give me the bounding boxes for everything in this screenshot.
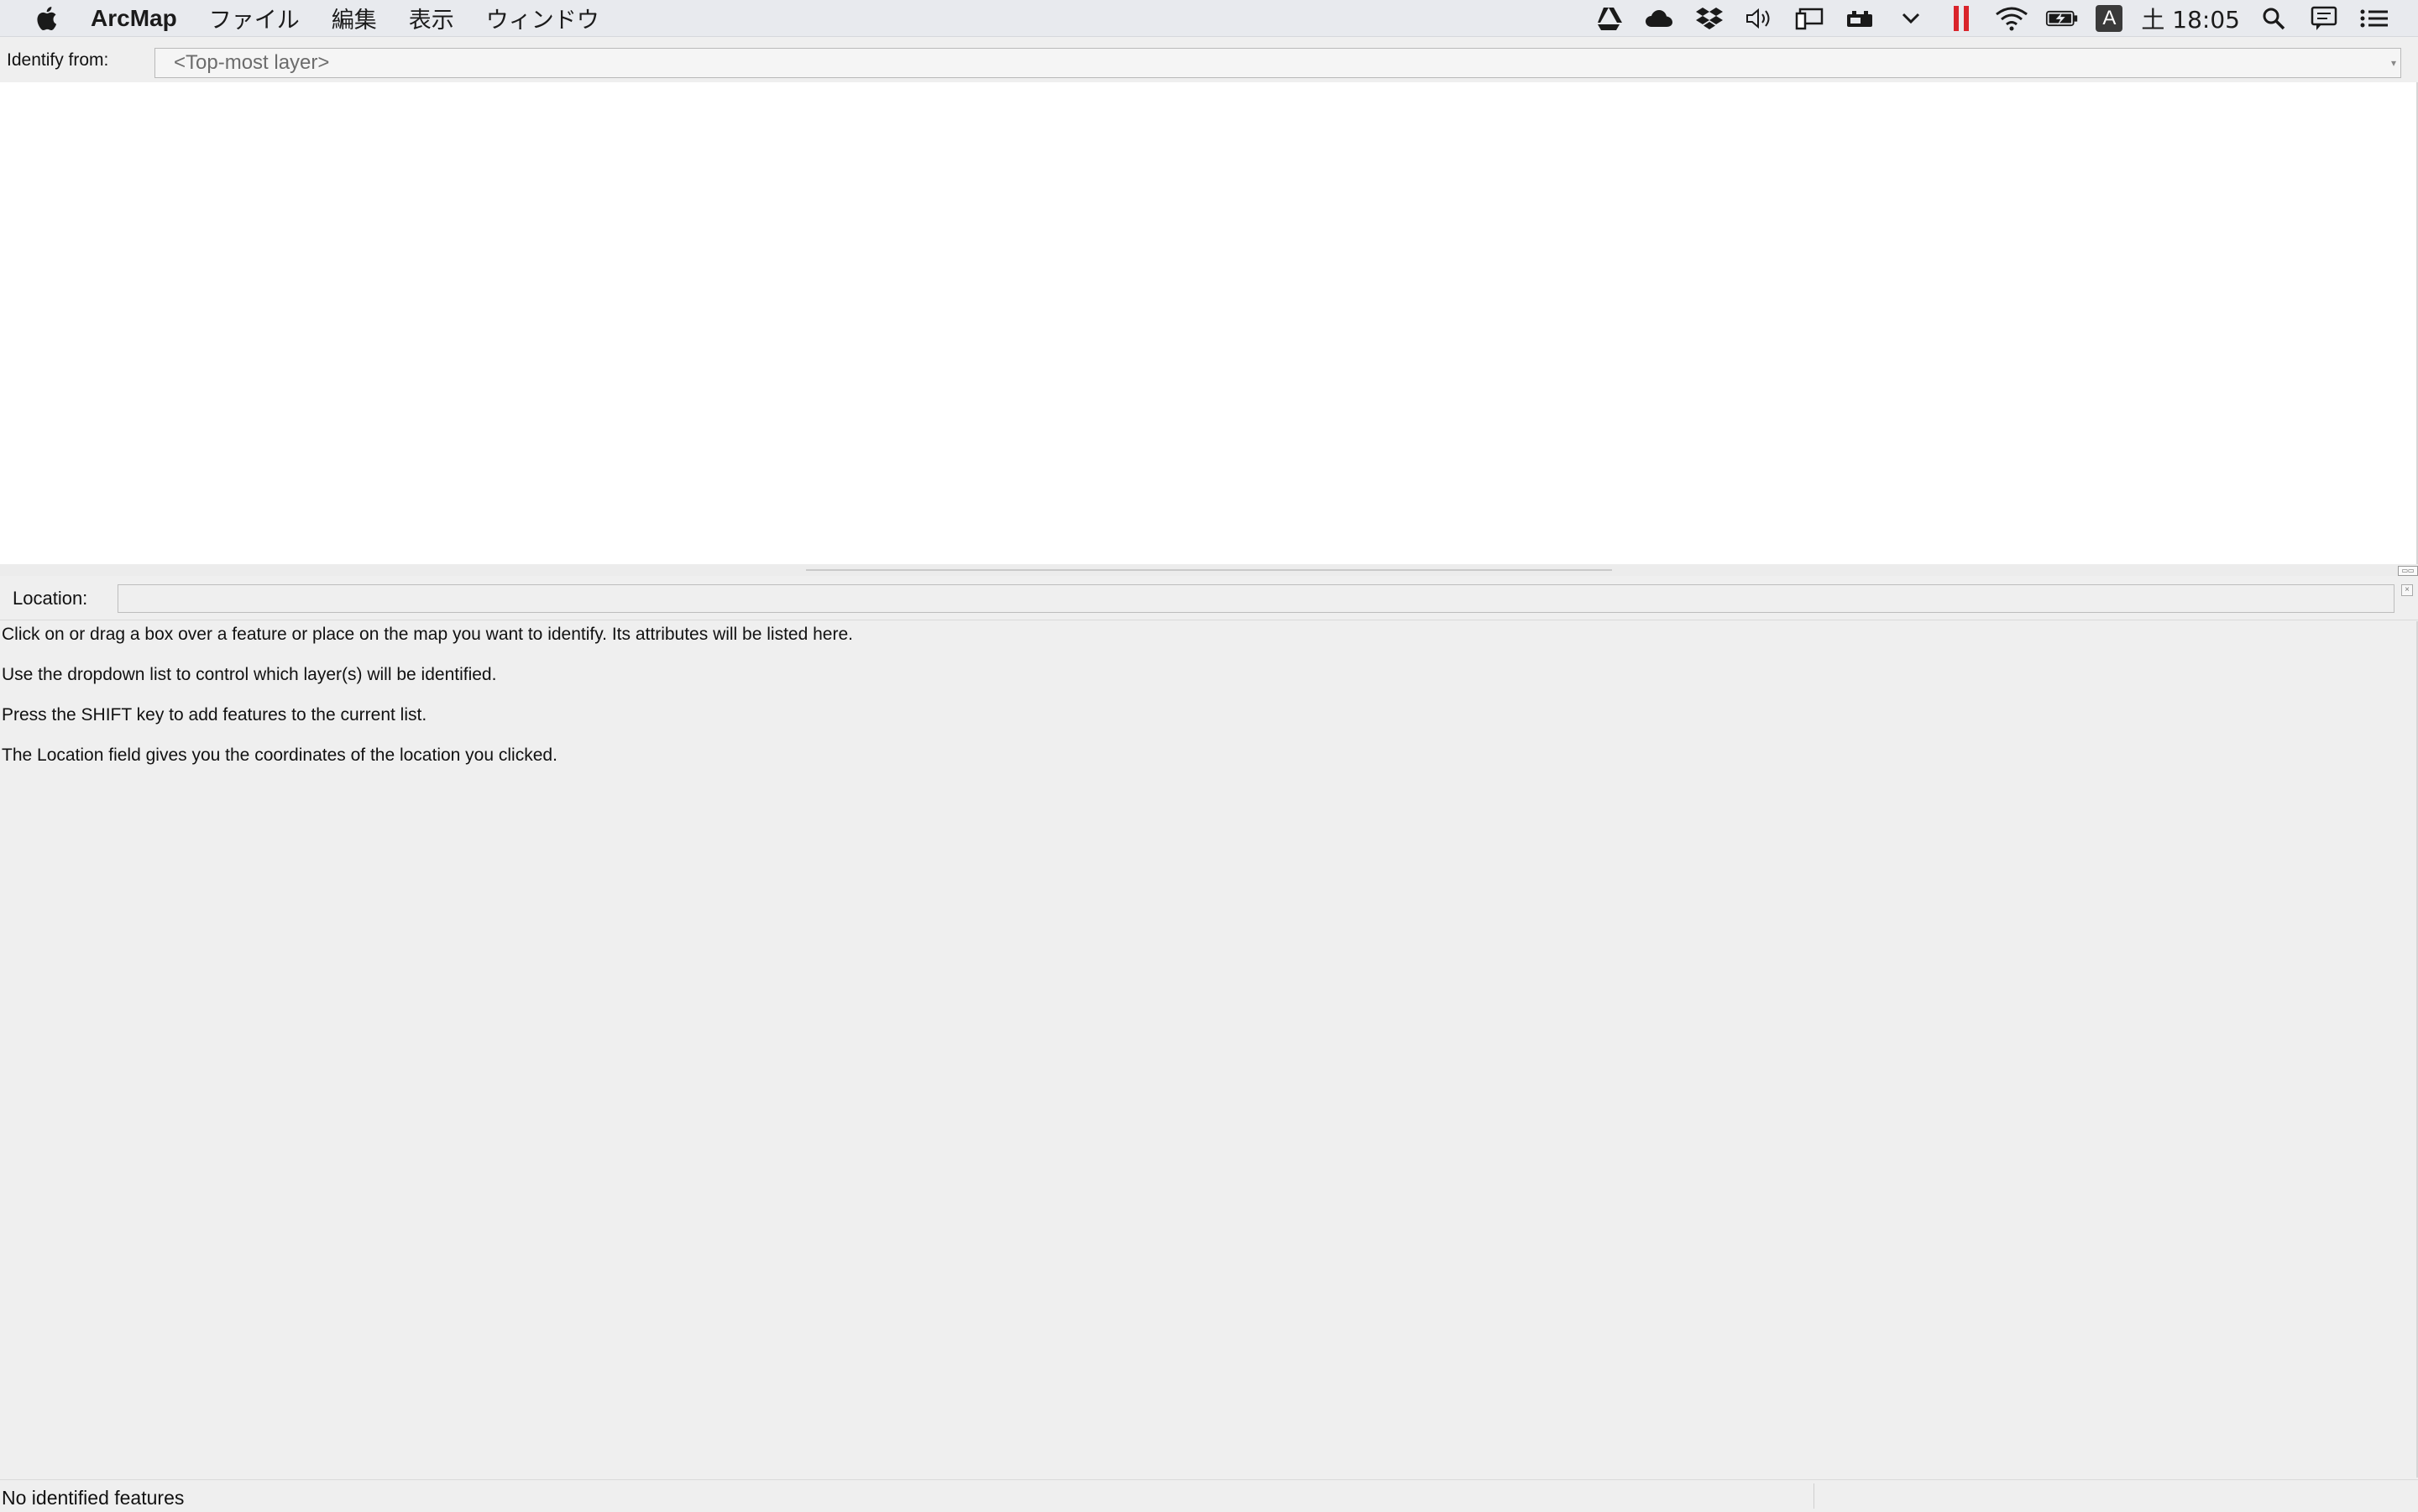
menu-file[interactable]: ファイル [209,2,300,34]
identify-results-tree[interactable] [0,82,2418,564]
status-bar: No identified features [0,1479,2418,1512]
status-text: No identified features [2,1487,185,1509]
identify-layer-value: <Top-most layer> [174,51,330,74]
instruction-text: Click on or drag a box over a feature or… [2,625,853,644]
cloud-icon[interactable] [1642,4,1676,33]
instruction-text: The Location field gives you the coordin… [2,746,557,765]
instruction-text: Press the SHIFT key to add features to t… [2,705,427,725]
location-bar: Location: × [0,578,2418,620]
pause-recording-icon[interactable] [1944,4,1978,33]
dropbox-icon[interactable] [1693,4,1726,33]
input-method-icon[interactable]: A [2096,5,2123,32]
status-menu-area: A 土 18:05 [1575,0,2418,37]
notification-icon[interactable] [2307,4,2341,33]
menu-edit[interactable]: 編集 [332,2,377,34]
chevron-down-icon[interactable] [1894,4,1928,33]
display-icon[interactable] [1793,4,1827,33]
menu-bar: ArcMap ファイル 編集 表示 ウィンドウ A 土 18:05 [0,0,2418,37]
battery-device-icon[interactable] [1844,4,1877,33]
apple-menu-icon[interactable] [34,4,59,33]
identify-from-label: Identify from: [7,50,109,70]
identify-from-bar: Identify from: <Top-most layer> ▾ [0,45,2418,82]
attributes-panel: Click on or drag a box over a feature or… [0,621,2418,1478]
google-drive-icon[interactable] [1592,4,1625,33]
panel-splitter[interactable]: ▭▭ [0,564,2418,576]
control-list-icon[interactable] [2358,4,2391,33]
battery-icon[interactable] [2045,4,2079,33]
dropdown-arrow-icon[interactable]: ▾ [2389,50,2399,76]
location-label: Location: [13,588,88,609]
spotlight-search-icon[interactable] [2257,4,2290,33]
volume-icon[interactable] [1743,4,1777,33]
menu-view[interactable]: 表示 [409,2,454,34]
splitter-grip[interactable] [806,569,1612,571]
instruction-text: Use the dropdown list to control which l… [2,665,497,684]
menu-window[interactable]: ウィンドウ [486,2,599,34]
app-name-menu[interactable]: ArcMap [91,5,177,32]
close-icon[interactable]: × [2401,584,2413,596]
location-field[interactable] [118,584,2394,613]
identify-layer-dropdown[interactable]: <Top-most layer> ▾ [154,48,2401,78]
menu-bar-clock[interactable]: 土 18:05 [2141,2,2240,35]
wifi-icon[interactable] [1995,4,2028,33]
table-toggle-icon[interactable]: ▭▭ [2398,566,2418,576]
